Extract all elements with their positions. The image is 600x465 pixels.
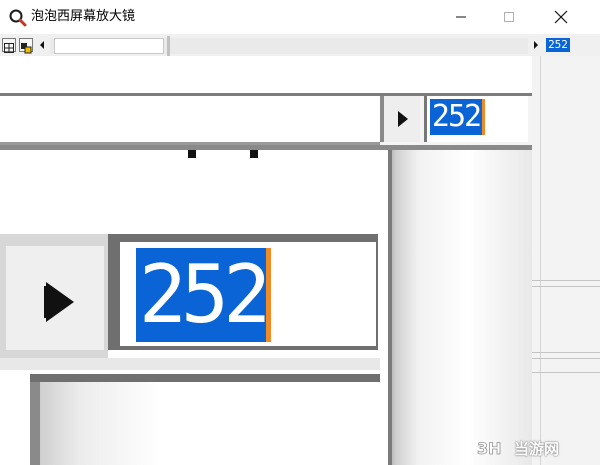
minimize-icon — [456, 16, 466, 18]
magnified-top-strip — [0, 56, 532, 94]
close-button[interactable] — [538, 0, 584, 34]
background-window-line — [532, 358, 600, 359]
background-window-line — [532, 286, 600, 287]
grid-icon — [4, 43, 14, 53]
toolbar-value-field[interactable]: 252 — [546, 38, 570, 52]
background-window-divider — [540, 56, 541, 465]
play-arrow-icon — [398, 111, 408, 127]
scrollbar-thumb[interactable] — [54, 38, 164, 54]
magnified-upper-field — [0, 96, 380, 145]
magnified-bottom-frame — [30, 374, 380, 382]
svg-text:3H: 3H — [477, 439, 502, 458]
chevron-left-icon — [40, 41, 44, 49]
pixel-dot — [250, 150, 258, 158]
background-window-line — [532, 352, 600, 353]
magnified-right-edge — [388, 150, 392, 465]
watermark: 3H 当游网 — [476, 436, 559, 460]
magnified-lower-divider — [0, 358, 380, 370]
watermark-text: 当游网 — [514, 439, 560, 458]
magnified-lower-value: 252 — [136, 248, 271, 342]
background-window-line — [532, 372, 600, 373]
magnified-bottom-pad — [0, 382, 30, 465]
minimize-button[interactable] — [438, 0, 484, 34]
magnifier-icon — [8, 8, 28, 28]
maximize-icon — [504, 12, 514, 22]
close-icon — [554, 10, 568, 24]
grid-toggle-button[interactable] — [2, 38, 16, 53]
magnified-play-button-face — [6, 246, 104, 350]
magnified-view[interactable]: 252 252 — [0, 56, 532, 465]
text-caret — [266, 248, 271, 342]
magnified-right-column — [388, 150, 532, 465]
scroll-right-button[interactable] — [530, 38, 542, 52]
magnified-bottom-panel — [40, 382, 378, 465]
background-window-line — [532, 280, 600, 281]
magnified-upper-value: 252 — [430, 99, 482, 135]
pixel-dot — [188, 150, 196, 158]
scroll-left-button[interactable] — [36, 38, 48, 52]
text-caret — [482, 99, 485, 135]
magnified-upper-play-button — [380, 96, 420, 142]
window-title: 泡泡西屏幕放大镜 — [31, 9, 136, 24]
play-arrow-icon — [44, 282, 74, 322]
chevron-right-icon — [534, 41, 538, 49]
toolbar-divider — [167, 36, 170, 56]
pointer-icon — [21, 43, 32, 54]
magnified-bottom-edge — [30, 374, 40, 465]
site-logo-icon: 3H — [477, 439, 502, 459]
pointer-toggle-button[interactable] — [19, 38, 33, 54]
background-window — [532, 56, 600, 465]
maximize-button[interactable] — [486, 0, 532, 34]
